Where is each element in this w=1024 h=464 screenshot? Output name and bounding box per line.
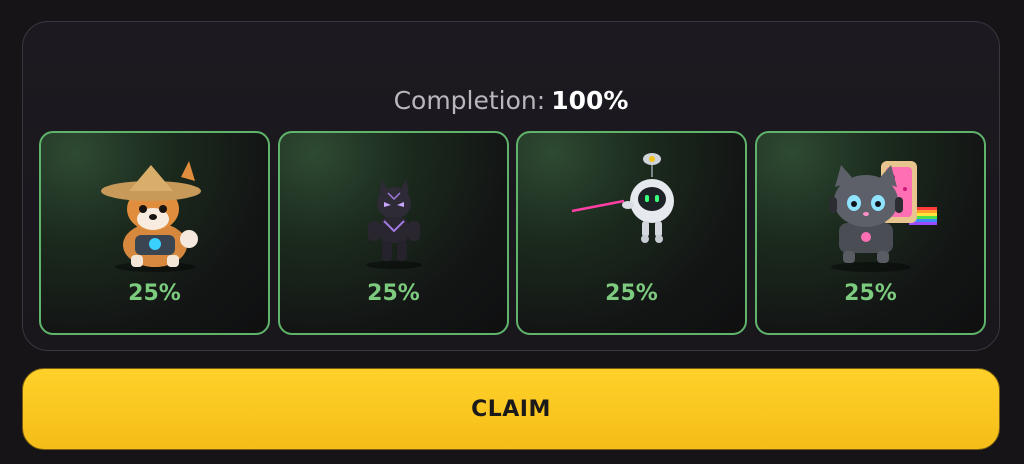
completion-text: Completion: 100%: [23, 86, 999, 115]
reward-card-2[interactable]: 25%: [278, 131, 509, 335]
robot-drone-icon: [571, 153, 674, 243]
reward-card-percent: 25%: [844, 281, 897, 306]
reward-card-percent: 25%: [367, 281, 420, 306]
reward-card-4[interactable]: 25%: [755, 131, 986, 335]
claim-button[interactable]: CLAIM: [22, 368, 1000, 450]
completion-label: Completion:: [393, 86, 546, 115]
nyan-cat-icon: [828, 161, 937, 272]
black-panther-icon: [365, 179, 422, 269]
reward-card-1[interactable]: 25%: [39, 131, 270, 335]
reward-card-percent: 25%: [605, 281, 658, 306]
completion-value: 100%: [551, 86, 629, 115]
reward-card-3[interactable]: 25%: [516, 131, 747, 335]
reward-card-percent: 25%: [128, 281, 181, 306]
shiba-dog-icon: [100, 161, 201, 272]
